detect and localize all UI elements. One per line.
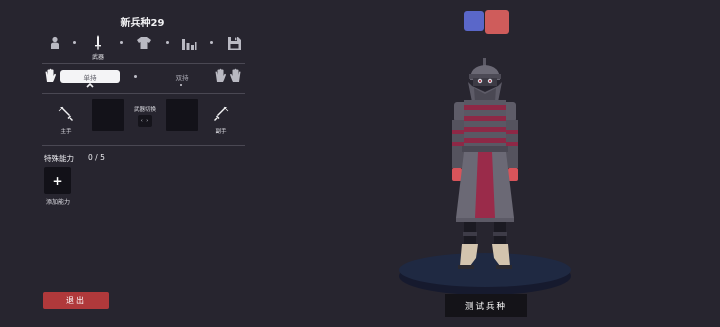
unit-name-title: 新兵种29 bbox=[120, 18, 165, 29]
hand-mode-selector: 单持 双持 bbox=[40, 66, 245, 88]
unit-preview-figure bbox=[452, 58, 518, 269]
team-red-swatch[interactable] bbox=[485, 10, 509, 34]
shirt-icon bbox=[137, 37, 151, 49]
tab-armor[interactable] bbox=[133, 32, 155, 54]
tab-separator-dot bbox=[73, 41, 76, 44]
tab-weapon-label: 武器 bbox=[91, 54, 104, 61]
special-abilities-label: 特殊能力 bbox=[44, 154, 74, 163]
off-hand-sword-icon bbox=[214, 106, 229, 121]
tab-weapon[interactable] bbox=[87, 32, 109, 54]
two-hand-indicator-dot bbox=[180, 84, 182, 86]
tab-stats[interactable] bbox=[178, 32, 200, 54]
test-unit-button[interactable]: 测试兵种 bbox=[445, 294, 527, 317]
one-hand-icon bbox=[45, 68, 56, 82]
section-divider bbox=[42, 93, 245, 94]
bar-chart-icon bbox=[182, 38, 197, 50]
two-hand-icon bbox=[215, 68, 241, 82]
tab-separator-dot bbox=[210, 41, 213, 44]
main-hand-weapon-slot[interactable] bbox=[92, 99, 124, 131]
tab-unit[interactable] bbox=[44, 32, 66, 54]
main-hand-label: 主手 bbox=[60, 129, 72, 135]
section-divider bbox=[42, 145, 245, 146]
section-divider bbox=[42, 63, 245, 64]
save-icon bbox=[227, 36, 241, 50]
tab-separator-dot bbox=[120, 41, 123, 44]
chevron-up-icon bbox=[86, 82, 94, 88]
tab-separator-dot bbox=[166, 41, 169, 44]
two-hand-button[interactable]: 双持 bbox=[156, 70, 208, 83]
off-hand-label: 副手 bbox=[215, 129, 227, 135]
category-tabs: 武器 bbox=[44, 32, 245, 61]
unit-icon bbox=[51, 36, 59, 49]
sword-icon bbox=[95, 35, 101, 50]
tab-save[interactable] bbox=[223, 32, 245, 54]
weapon-slots: 主手 武器切换 ‹ › 副手 bbox=[40, 98, 245, 138]
off-hand-weapon-slot[interactable] bbox=[166, 99, 198, 131]
weapon-swap-button[interactable]: ‹ › bbox=[138, 115, 152, 127]
weapon-swap-label: 武器切换 bbox=[133, 107, 156, 113]
add-ability-label: 添加能力 bbox=[45, 199, 70, 206]
unit-editor-panel: 新兵种29 武器 单持 双持 主手 武器切换 ‹ › 副手 特殊能力 0 / 5… bbox=[40, 0, 245, 327]
add-ability-button[interactable]: + bbox=[44, 167, 71, 194]
hand-separator-dot bbox=[134, 75, 137, 78]
main-hand-sword-icon bbox=[58, 106, 73, 121]
team-blue-swatch[interactable] bbox=[464, 11, 484, 31]
exit-button[interactable]: 退出 bbox=[43, 292, 109, 309]
special-abilities-count: 0 / 5 bbox=[88, 153, 105, 162]
